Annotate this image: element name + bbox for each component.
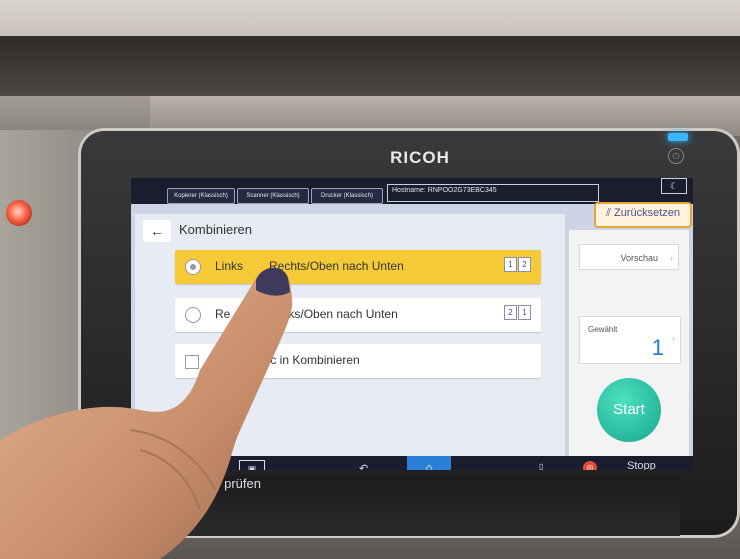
hostname-field: Hostname: RNPOO2G73EBC345 xyxy=(387,184,599,202)
chevron-right-icon: › xyxy=(672,333,675,343)
preview-button[interactable]: Vorschau › xyxy=(579,244,679,270)
home-icon: ⌂ xyxy=(425,460,433,470)
layout-badge: 21 xyxy=(504,305,531,320)
selected-count: 1 xyxy=(651,335,664,360)
stop-icon[interactable]: ◎ xyxy=(583,461,597,470)
reset-label: Zurücksetzen xyxy=(613,207,680,219)
red-indicator-light xyxy=(6,200,32,226)
selected-count-box[interactable]: Gewählt 1 › xyxy=(579,316,681,364)
undo-icon[interactable]: ↶ xyxy=(359,462,368,470)
top-bar: Kopierer (Klassisch) Scanner (Klassisch)… xyxy=(131,178,693,204)
back-arrow-icon: ← xyxy=(150,223,164,239)
reset-button[interactable]: ⫽ Zurücksetzen xyxy=(594,202,692,228)
stop-button[interactable]: Stopp xyxy=(627,460,656,470)
fingernail xyxy=(256,267,290,296)
tab-copier[interactable]: Kopierer (Klassisch) xyxy=(167,188,235,204)
status-led xyxy=(668,133,688,141)
device-top-shelf xyxy=(0,36,740,96)
layout-badge: 12 xyxy=(504,257,531,272)
pointing-hand xyxy=(0,267,293,559)
tab-printer[interactable]: Drucker (Klassisch) xyxy=(311,188,383,204)
brand-logo: RICOH xyxy=(390,148,450,167)
energy-saver-icon[interactable]: ☾ xyxy=(661,178,687,194)
page-title: Kombinieren xyxy=(179,222,252,237)
start-button[interactable]: Start xyxy=(597,378,661,442)
back-button[interactable]: ← xyxy=(143,220,171,242)
chevron-right-icon: › xyxy=(670,253,673,263)
info-icon: ▯ xyxy=(539,462,544,470)
tab-scanner[interactable]: Scanner (Klassisch) xyxy=(237,188,309,204)
selected-label: Gewählt xyxy=(588,325,618,334)
power-icon[interactable]: ⏻ xyxy=(668,148,684,164)
reset-icon: ⫽ xyxy=(606,207,614,219)
side-panel: Vorschau › Gewählt 1 › Start xyxy=(569,230,689,460)
home-button[interactable]: ⌂ xyxy=(407,456,451,470)
